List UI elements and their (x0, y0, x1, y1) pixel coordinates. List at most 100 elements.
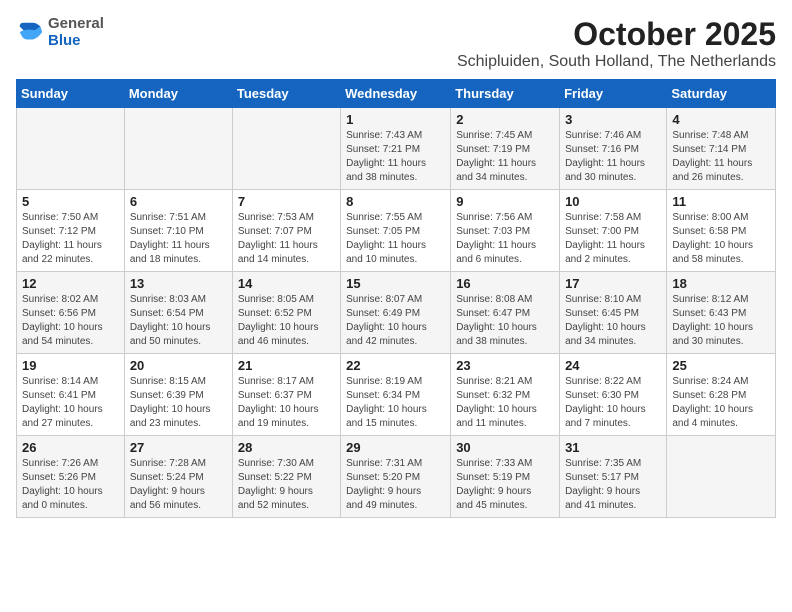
day-info: Sunrise: 8:21 AM Sunset: 6:32 PM Dayligh… (456, 375, 554, 431)
day-number: 2 (456, 112, 554, 127)
calendar-cell: 12 Sunrise: 8:02 AM Sunset: 6:56 PM Dayli… (17, 272, 125, 354)
calendar-title: October 2025 (457, 16, 776, 53)
logo: General Blue (16, 16, 104, 49)
calendar-header: SundayMondayTuesdayWednesdayThursdayFrid… (17, 80, 776, 108)
calendar-cell: 11 Sunrise: 8:00 AM Sunset: 6:58 PM Dayli… (667, 190, 776, 272)
day-number: 6 (130, 194, 227, 209)
day-number: 12 (22, 276, 119, 291)
calendar-cell: 22Sunrise: 8:19 AM Sunset: 6:34 PM Dayli… (341, 354, 451, 436)
day-number: 17 (565, 276, 661, 291)
weekday-header-friday: Friday (560, 80, 667, 108)
calendar-cell: 2 Sunrise: 7:45 AM Sunset: 7:19 PM Daylig… (451, 108, 560, 190)
calendar-cell (232, 108, 340, 190)
calendar-cell: 8 Sunrise: 7:55 AM Sunset: 7:05 PM Daylig… (341, 190, 451, 272)
calendar-cell: 5Sunrise: 7:50 AM Sunset: 7:12 PM Daylig… (17, 190, 125, 272)
calendar-cell: 9 Sunrise: 7:56 AM Sunset: 7:03 PM Daylig… (451, 190, 560, 272)
logo-general: General (48, 16, 104, 33)
day-info: Sunrise: 8:12 AM Sunset: 6:43 PM Dayligh… (672, 293, 770, 349)
calendar-cell: 24Sunrise: 8:22 AM Sunset: 6:30 PM Dayli… (560, 354, 667, 436)
day-number: 11 (672, 194, 770, 209)
calendar-cell: 15Sunrise: 8:07 AM Sunset: 6:49 PM Dayli… (341, 272, 451, 354)
calendar-cell: 30 Sunrise: 7:33 AM Sunset: 5:19 PM Dayli… (451, 436, 560, 518)
day-info: Sunrise: 7:43 AM Sunset: 7:21 PM Dayligh… (346, 129, 445, 185)
calendar-cell (17, 108, 125, 190)
calendar-cell (667, 436, 776, 518)
calendar-cell: 31Sunrise: 7:35 AM Sunset: 5:17 PM Dayli… (560, 436, 667, 518)
day-number: 3 (565, 112, 661, 127)
logo-icon (16, 19, 44, 47)
calendar-cell: 26Sunrise: 7:26 AM Sunset: 5:26 PM Dayli… (17, 436, 125, 518)
day-info: Sunrise: 8:15 AM Sunset: 6:39 PM Dayligh… (130, 375, 227, 431)
calendar-cell: 20Sunrise: 8:15 AM Sunset: 6:39 PM Dayli… (124, 354, 232, 436)
calendar-cell: 17 Sunrise: 8:10 AM Sunset: 6:45 PM Dayli… (560, 272, 667, 354)
day-info: Sunrise: 8:17 AM Sunset: 6:37 PM Dayligh… (238, 375, 335, 431)
calendar-cell: 29 Sunrise: 7:31 AM Sunset: 5:20 PM Dayli… (341, 436, 451, 518)
day-number: 8 (346, 194, 445, 209)
weekday-header-wednesday: Wednesday (341, 80, 451, 108)
day-number: 24 (565, 358, 661, 373)
calendar-cell: 6 Sunrise: 7:51 AM Sunset: 7:10 PM Daylig… (124, 190, 232, 272)
day-info: Sunrise: 8:05 AM Sunset: 6:52 PM Dayligh… (238, 293, 335, 349)
calendar-cell: 16 Sunrise: 8:08 AM Sunset: 6:47 PM Dayli… (451, 272, 560, 354)
calendar-table: SundayMondayTuesdayWednesdayThursdayFrid… (16, 79, 776, 518)
day-info: Sunrise: 7:55 AM Sunset: 7:05 PM Dayligh… (346, 211, 445, 267)
day-info: Sunrise: 7:31 AM Sunset: 5:20 PM Dayligh… (346, 457, 445, 513)
day-number: 9 (456, 194, 554, 209)
day-number: 25 (672, 358, 770, 373)
calendar-cell: 13Sunrise: 8:03 AM Sunset: 6:54 PM Dayli… (124, 272, 232, 354)
calendar-week-1: 1 Sunrise: 7:43 AM Sunset: 7:21 PM Daylig… (17, 108, 776, 190)
calendar-subtitle: Schipluiden, South Holland, The Netherla… (457, 53, 776, 71)
day-info: Sunrise: 7:50 AM Sunset: 7:12 PM Dayligh… (22, 211, 119, 267)
day-info: Sunrise: 7:48 AM Sunset: 7:14 PM Dayligh… (672, 129, 770, 185)
day-number: 27 (130, 440, 227, 455)
day-info: Sunrise: 8:24 AM Sunset: 6:28 PM Dayligh… (672, 375, 770, 431)
calendar-cell: 7 Sunrise: 7:53 AM Sunset: 7:07 PM Daylig… (232, 190, 340, 272)
day-info: Sunrise: 7:30 AM Sunset: 5:22 PM Dayligh… (238, 457, 335, 513)
calendar-cell: 1 Sunrise: 7:43 AM Sunset: 7:21 PM Daylig… (341, 108, 451, 190)
calendar-cell: 19Sunrise: 8:14 AM Sunset: 6:41 PM Dayli… (17, 354, 125, 436)
day-info: Sunrise: 7:58 AM Sunset: 7:00 PM Dayligh… (565, 211, 661, 267)
day-number: 30 (456, 440, 554, 455)
day-info: Sunrise: 8:02 AM Sunset: 6:56 PM Dayligh… (22, 293, 119, 349)
day-number: 29 (346, 440, 445, 455)
calendar-body: 1 Sunrise: 7:43 AM Sunset: 7:21 PM Daylig… (17, 108, 776, 518)
weekday-header-monday: Monday (124, 80, 232, 108)
day-number: 31 (565, 440, 661, 455)
day-number: 16 (456, 276, 554, 291)
logo-blue: Blue (48, 33, 104, 50)
calendar-cell (124, 108, 232, 190)
calendar-cell: 3Sunrise: 7:46 AM Sunset: 7:16 PM Daylig… (560, 108, 667, 190)
day-info: Sunrise: 7:45 AM Sunset: 7:19 PM Dayligh… (456, 129, 554, 185)
day-number: 4 (672, 112, 770, 127)
page-header: General Blue October 2025 Schipluiden, S… (16, 16, 776, 71)
day-info: Sunrise: 7:51 AM Sunset: 7:10 PM Dayligh… (130, 211, 227, 267)
calendar-cell: 21Sunrise: 8:17 AM Sunset: 6:37 PM Dayli… (232, 354, 340, 436)
weekday-header-tuesday: Tuesday (232, 80, 340, 108)
day-info: Sunrise: 8:08 AM Sunset: 6:47 PM Dayligh… (456, 293, 554, 349)
weekday-header-saturday: Saturday (667, 80, 776, 108)
calendar-cell: 23Sunrise: 8:21 AM Sunset: 6:32 PM Dayli… (451, 354, 560, 436)
day-number: 7 (238, 194, 335, 209)
day-info: Sunrise: 8:10 AM Sunset: 6:45 PM Dayligh… (565, 293, 661, 349)
day-number: 28 (238, 440, 335, 455)
day-number: 13 (130, 276, 227, 291)
day-info: Sunrise: 7:56 AM Sunset: 7:03 PM Dayligh… (456, 211, 554, 267)
calendar-cell: 18 Sunrise: 8:12 AM Sunset: 6:43 PM Dayli… (667, 272, 776, 354)
calendar-week-3: 12 Sunrise: 8:02 AM Sunset: 6:56 PM Dayli… (17, 272, 776, 354)
calendar-cell: 28 Sunrise: 7:30 AM Sunset: 5:22 PM Dayli… (232, 436, 340, 518)
logo-text: General Blue (48, 16, 104, 49)
day-info: Sunrise: 7:33 AM Sunset: 5:19 PM Dayligh… (456, 457, 554, 513)
calendar-week-2: 5Sunrise: 7:50 AM Sunset: 7:12 PM Daylig… (17, 190, 776, 272)
calendar-week-5: 26Sunrise: 7:26 AM Sunset: 5:26 PM Dayli… (17, 436, 776, 518)
day-info: Sunrise: 7:53 AM Sunset: 7:07 PM Dayligh… (238, 211, 335, 267)
day-info: Sunrise: 7:26 AM Sunset: 5:26 PM Dayligh… (22, 457, 119, 513)
title-block: October 2025 Schipluiden, South Holland,… (457, 16, 776, 71)
weekday-row: SundayMondayTuesdayWednesdayThursdayFrid… (17, 80, 776, 108)
day-info: Sunrise: 8:00 AM Sunset: 6:58 PM Dayligh… (672, 211, 770, 267)
weekday-header-thursday: Thursday (451, 80, 560, 108)
day-info: Sunrise: 7:28 AM Sunset: 5:24 PM Dayligh… (130, 457, 227, 513)
day-number: 1 (346, 112, 445, 127)
day-number: 18 (672, 276, 770, 291)
day-info: Sunrise: 8:07 AM Sunset: 6:49 PM Dayligh… (346, 293, 445, 349)
day-info: Sunrise: 8:19 AM Sunset: 6:34 PM Dayligh… (346, 375, 445, 431)
